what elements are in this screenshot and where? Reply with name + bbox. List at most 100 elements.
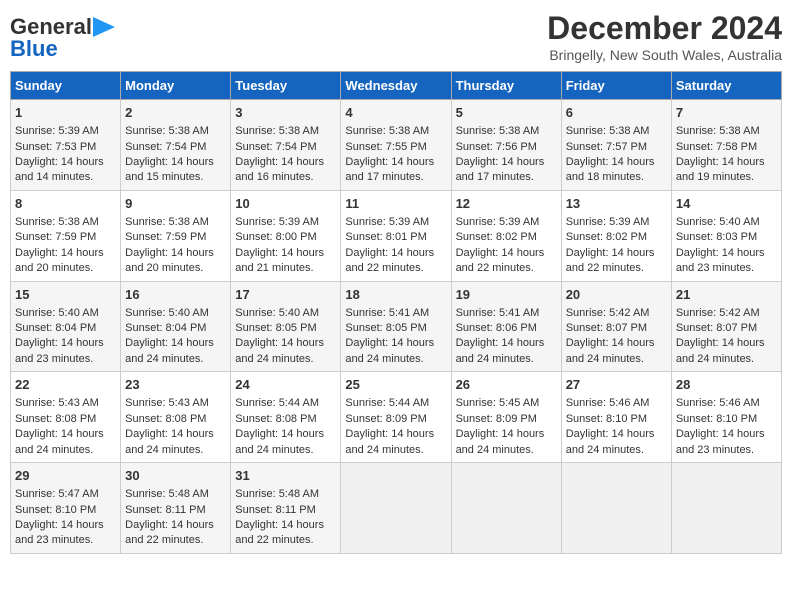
daylight-text: Daylight: 14 hours and 20 minutes. bbox=[15, 247, 104, 274]
sunrise-text: Sunrise: 5:45 AM bbox=[456, 397, 540, 409]
table-row: 23Sunrise: 5:43 AMSunset: 8:08 PMDayligh… bbox=[121, 372, 231, 463]
calendar-row: 1Sunrise: 5:39 AMSunset: 7:53 PMDaylight… bbox=[11, 100, 782, 191]
sunrise-text: Sunrise: 5:38 AM bbox=[15, 216, 99, 228]
daylight-text: Daylight: 14 hours and 22 minutes. bbox=[456, 247, 545, 274]
header-row: Sunday Monday Tuesday Wednesday Thursday… bbox=[11, 72, 782, 100]
table-row bbox=[451, 463, 561, 554]
table-row: 2Sunrise: 5:38 AMSunset: 7:54 PMDaylight… bbox=[121, 100, 231, 191]
calendar-row: 15 Sunrise: 5:40 AM Sunset: 8:04 PM Dayligh… bbox=[11, 281, 782, 372]
sunrise-text: Sunrise: 5:47 AM bbox=[15, 488, 99, 500]
sunset-text: Sunset: 8:05 PM bbox=[345, 322, 426, 334]
sunrise-text: Sunrise: 5:38 AM bbox=[676, 125, 760, 137]
header: General Blue December 2024 Bringelly, Ne… bbox=[10, 10, 782, 63]
col-sunday: Sunday bbox=[11, 72, 121, 100]
day-number: 18 bbox=[345, 286, 446, 304]
sunrise-text: Sunrise: 5:40 AM bbox=[235, 307, 319, 319]
table-row: 1Sunrise: 5:39 AMSunset: 7:53 PMDaylight… bbox=[11, 100, 121, 191]
table-row: 22Sunrise: 5:43 AMSunset: 8:08 PMDayligh… bbox=[11, 372, 121, 463]
sunrise-text: Sunrise: 5:43 AM bbox=[125, 397, 209, 409]
col-monday: Monday bbox=[121, 72, 231, 100]
daylight-text: Daylight: 14 hours and 24 minutes. bbox=[235, 337, 324, 364]
daylight-text: Daylight: 14 hours and 24 minutes. bbox=[456, 428, 545, 455]
sunset-text: Sunset: 8:11 PM bbox=[125, 504, 206, 516]
table-row: 25Sunrise: 5:44 AMSunset: 8:09 PMDayligh… bbox=[341, 372, 451, 463]
sunset-text: Sunset: 8:10 PM bbox=[566, 413, 647, 425]
table-row: 15Sunrise: 5:40 AMSunset: 8:04 PMDayligh… bbox=[11, 281, 121, 372]
table-row: 21Sunrise: 5:42 AMSunset: 8:07 PMDayligh… bbox=[671, 281, 781, 372]
logo-blue: Blue bbox=[10, 36, 58, 62]
sunrise-text: Sunrise: 5:41 AM bbox=[345, 307, 429, 319]
sunset-text: Sunset: 8:10 PM bbox=[15, 504, 96, 516]
table-row: 14Sunrise: 5:40 AMSunset: 8:03 PMDayligh… bbox=[671, 190, 781, 281]
sunrise-text: Sunrise: 5:39 AM bbox=[235, 216, 319, 228]
sunset-text: Sunset: 7:53 PM bbox=[15, 141, 96, 153]
sunset-text: Sunset: 8:08 PM bbox=[125, 413, 206, 425]
daylight-text: Daylight: 14 hours and 24 minutes. bbox=[125, 337, 214, 364]
table-row: 7Sunrise: 5:38 AMSunset: 7:58 PMDaylight… bbox=[671, 100, 781, 191]
daylight-text: Daylight: 14 hours and 24 minutes. bbox=[345, 428, 434, 455]
day-number: 21 bbox=[676, 286, 777, 304]
sunrise-text: Sunrise: 5:38 AM bbox=[345, 125, 429, 137]
sunset-text: Sunset: 8:11 PM bbox=[235, 504, 316, 516]
calendar-table: Sunday Monday Tuesday Wednesday Thursday… bbox=[10, 71, 782, 554]
calendar-row: 22Sunrise: 5:43 AMSunset: 8:08 PMDayligh… bbox=[11, 372, 782, 463]
table-row: 17Sunrise: 5:40 AMSunset: 8:05 PMDayligh… bbox=[231, 281, 341, 372]
sunrise-text: Sunrise: 5:38 AM bbox=[456, 125, 540, 137]
daylight-text: Daylight: 14 hours and 20 minutes. bbox=[125, 247, 214, 274]
sunset-text: Sunset: 8:00 PM bbox=[235, 231, 316, 243]
day-number: 20 bbox=[566, 286, 667, 304]
table-row: 27Sunrise: 5:46 AMSunset: 8:10 PMDayligh… bbox=[561, 372, 671, 463]
sunrise-text: Sunrise: 5:38 AM bbox=[566, 125, 650, 137]
table-row bbox=[561, 463, 671, 554]
col-saturday: Saturday bbox=[671, 72, 781, 100]
day-number: 10 bbox=[235, 195, 336, 213]
daylight-text: Daylight: 14 hours and 16 minutes. bbox=[235, 156, 324, 183]
daylight-text: Daylight: 14 hours and 24 minutes. bbox=[566, 428, 655, 455]
sunrise-text: Sunrise: 5:40 AM bbox=[125, 307, 209, 319]
sunrise-text: Sunrise: 5:44 AM bbox=[235, 397, 319, 409]
sunset-text: Sunset: 8:02 PM bbox=[566, 231, 647, 243]
sunrise-text: Sunrise: 5:40 AM bbox=[676, 216, 760, 228]
day-number: 27 bbox=[566, 376, 667, 394]
sunset-text: Sunset: 8:04 PM bbox=[15, 322, 96, 334]
daylight-text: Daylight: 14 hours and 24 minutes. bbox=[566, 337, 655, 364]
col-tuesday: Tuesday bbox=[231, 72, 341, 100]
day-number: 3 bbox=[235, 104, 336, 122]
day-number: 15 bbox=[15, 286, 116, 304]
day-number: 2 bbox=[125, 104, 226, 122]
table-row: 13Sunrise: 5:39 AMSunset: 8:02 PMDayligh… bbox=[561, 190, 671, 281]
daylight-text: Daylight: 14 hours and 23 minutes. bbox=[15, 337, 104, 364]
col-thursday: Thursday bbox=[451, 72, 561, 100]
calendar-row: 29Sunrise: 5:47 AMSunset: 8:10 PMDayligh… bbox=[11, 463, 782, 554]
sunrise-text: Sunrise: 5:44 AM bbox=[345, 397, 429, 409]
daylight-text: Daylight: 14 hours and 23 minutes. bbox=[676, 428, 765, 455]
daylight-text: Daylight: 14 hours and 22 minutes. bbox=[345, 247, 434, 274]
sunrise-text: Sunrise: 5:39 AM bbox=[456, 216, 540, 228]
day-number: 7 bbox=[676, 104, 777, 122]
daylight-text: Daylight: 14 hours and 21 minutes. bbox=[235, 247, 324, 274]
sunset-text: Sunset: 8:09 PM bbox=[345, 413, 426, 425]
sunrise-text: Sunrise: 5:42 AM bbox=[566, 307, 650, 319]
sunset-text: Sunset: 8:02 PM bbox=[456, 231, 537, 243]
day-number: 9 bbox=[125, 195, 226, 213]
table-row: 16Sunrise: 5:40 AMSunset: 8:04 PMDayligh… bbox=[121, 281, 231, 372]
sunset-text: Sunset: 8:04 PM bbox=[125, 322, 206, 334]
day-number: 6 bbox=[566, 104, 667, 122]
table-row: 10 Sunrise: 5:39 AM Sunset: 8:00 PM Dayligh… bbox=[231, 190, 341, 281]
table-row: 29Sunrise: 5:47 AMSunset: 8:10 PMDayligh… bbox=[11, 463, 121, 554]
sunset-text: Sunset: 8:08 PM bbox=[15, 413, 96, 425]
daylight-text: Daylight: 14 hours and 24 minutes. bbox=[15, 428, 104, 455]
daylight-text: Daylight: 14 hours and 17 minutes. bbox=[345, 156, 434, 183]
table-row: 9Sunrise: 5:38 AMSunset: 7:59 PMDaylight… bbox=[121, 190, 231, 281]
table-row: 11Sunrise: 5:39 AMSunset: 8:01 PMDayligh… bbox=[341, 190, 451, 281]
sunset-text: Sunset: 7:56 PM bbox=[456, 141, 537, 153]
sunset-text: Sunset: 7:59 PM bbox=[15, 231, 96, 243]
sunrise-text: Sunrise: 5:38 AM bbox=[125, 125, 209, 137]
day-number: 28 bbox=[676, 376, 777, 394]
sunrise-text: Sunrise: 5:39 AM bbox=[345, 216, 429, 228]
sunset-text: Sunset: 8:06 PM bbox=[456, 322, 537, 334]
sunset-text: Sunset: 7:54 PM bbox=[235, 141, 316, 153]
sunset-text: Sunset: 8:08 PM bbox=[235, 413, 316, 425]
day-number: 17 bbox=[235, 286, 336, 304]
calendar-row: 8Sunrise: 5:38 AMSunset: 7:59 PMDaylight… bbox=[11, 190, 782, 281]
